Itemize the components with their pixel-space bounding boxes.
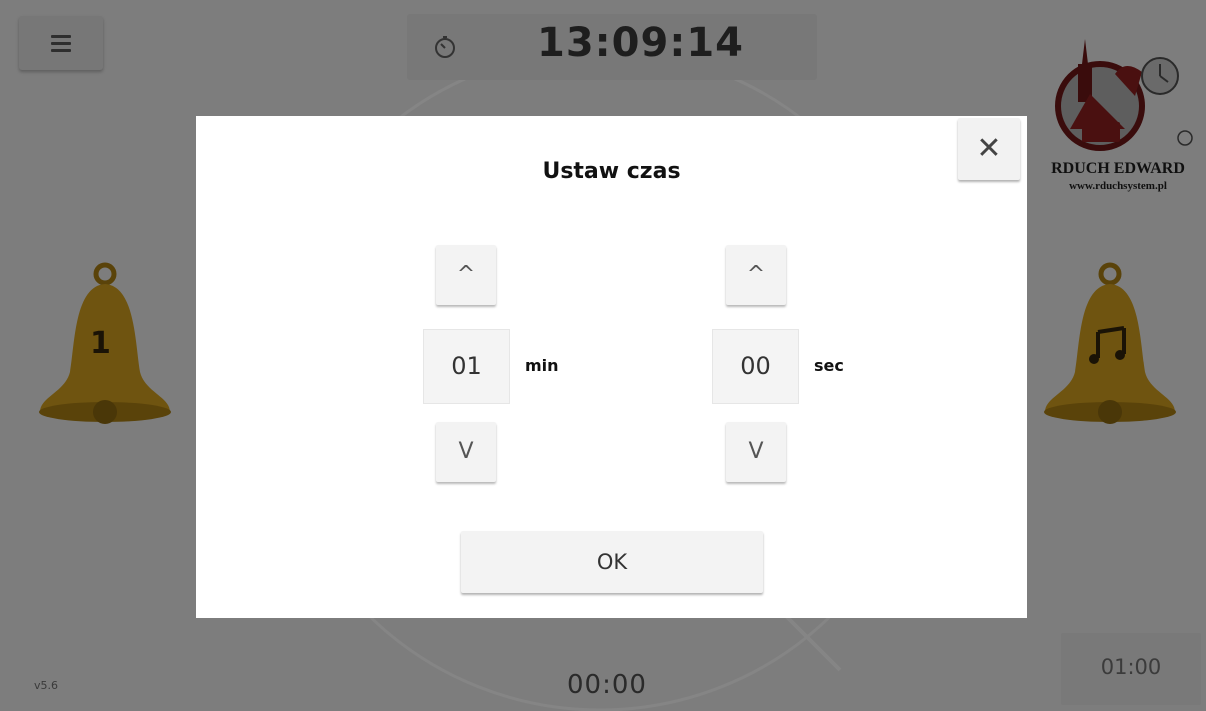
logo-url: www.rduchsystem.pl xyxy=(1069,180,1167,192)
clock-display: 13:09:14 xyxy=(407,14,817,80)
close-icon: ✕ xyxy=(976,131,1002,166)
chevron-down-icon: V xyxy=(458,439,474,464)
minutes-unit-label: min xyxy=(525,356,559,375)
bell-melody-icon xyxy=(1044,262,1176,424)
elapsed-time: 00:00 xyxy=(567,670,647,700)
app-version: v5.6 xyxy=(34,679,59,692)
current-time: 13:09:14 xyxy=(537,20,744,66)
stopwatch-icon xyxy=(435,36,455,58)
seconds-down-button[interactable]: V xyxy=(726,422,786,482)
logo-title: RDUCH EDWARD xyxy=(1051,160,1185,177)
rduch-logo xyxy=(1055,39,1193,151)
close-button[interactable]: ✕ xyxy=(958,118,1020,180)
seconds-value[interactable]: 00 xyxy=(712,329,799,404)
ok-button-label: OK xyxy=(596,550,628,574)
menu-button[interactable] xyxy=(19,16,103,70)
seconds-unit-label: sec xyxy=(814,356,844,375)
ok-button[interactable]: OK xyxy=(461,531,763,593)
chevron-up-icon: ^ xyxy=(456,262,476,287)
chevron-up-icon: ^ xyxy=(746,262,766,287)
minutes-value[interactable]: 01 xyxy=(423,329,510,404)
preset-time-button[interactable]: 01:00 xyxy=(1061,633,1201,705)
set-time-dialog: Ustaw czas ✕ ^ 01 min V ^ 00 sec V OK xyxy=(196,116,1027,618)
dialog-title: Ustaw czas xyxy=(542,159,681,184)
chevron-down-icon: V xyxy=(748,439,764,464)
seconds-up-button[interactable]: ^ xyxy=(726,245,786,305)
minutes-down-button[interactable]: V xyxy=(436,422,496,482)
preset-time-label: 01:00 xyxy=(1100,655,1162,679)
bell-1-label: 1 xyxy=(90,326,111,361)
minutes-up-button[interactable]: ^ xyxy=(436,245,496,305)
